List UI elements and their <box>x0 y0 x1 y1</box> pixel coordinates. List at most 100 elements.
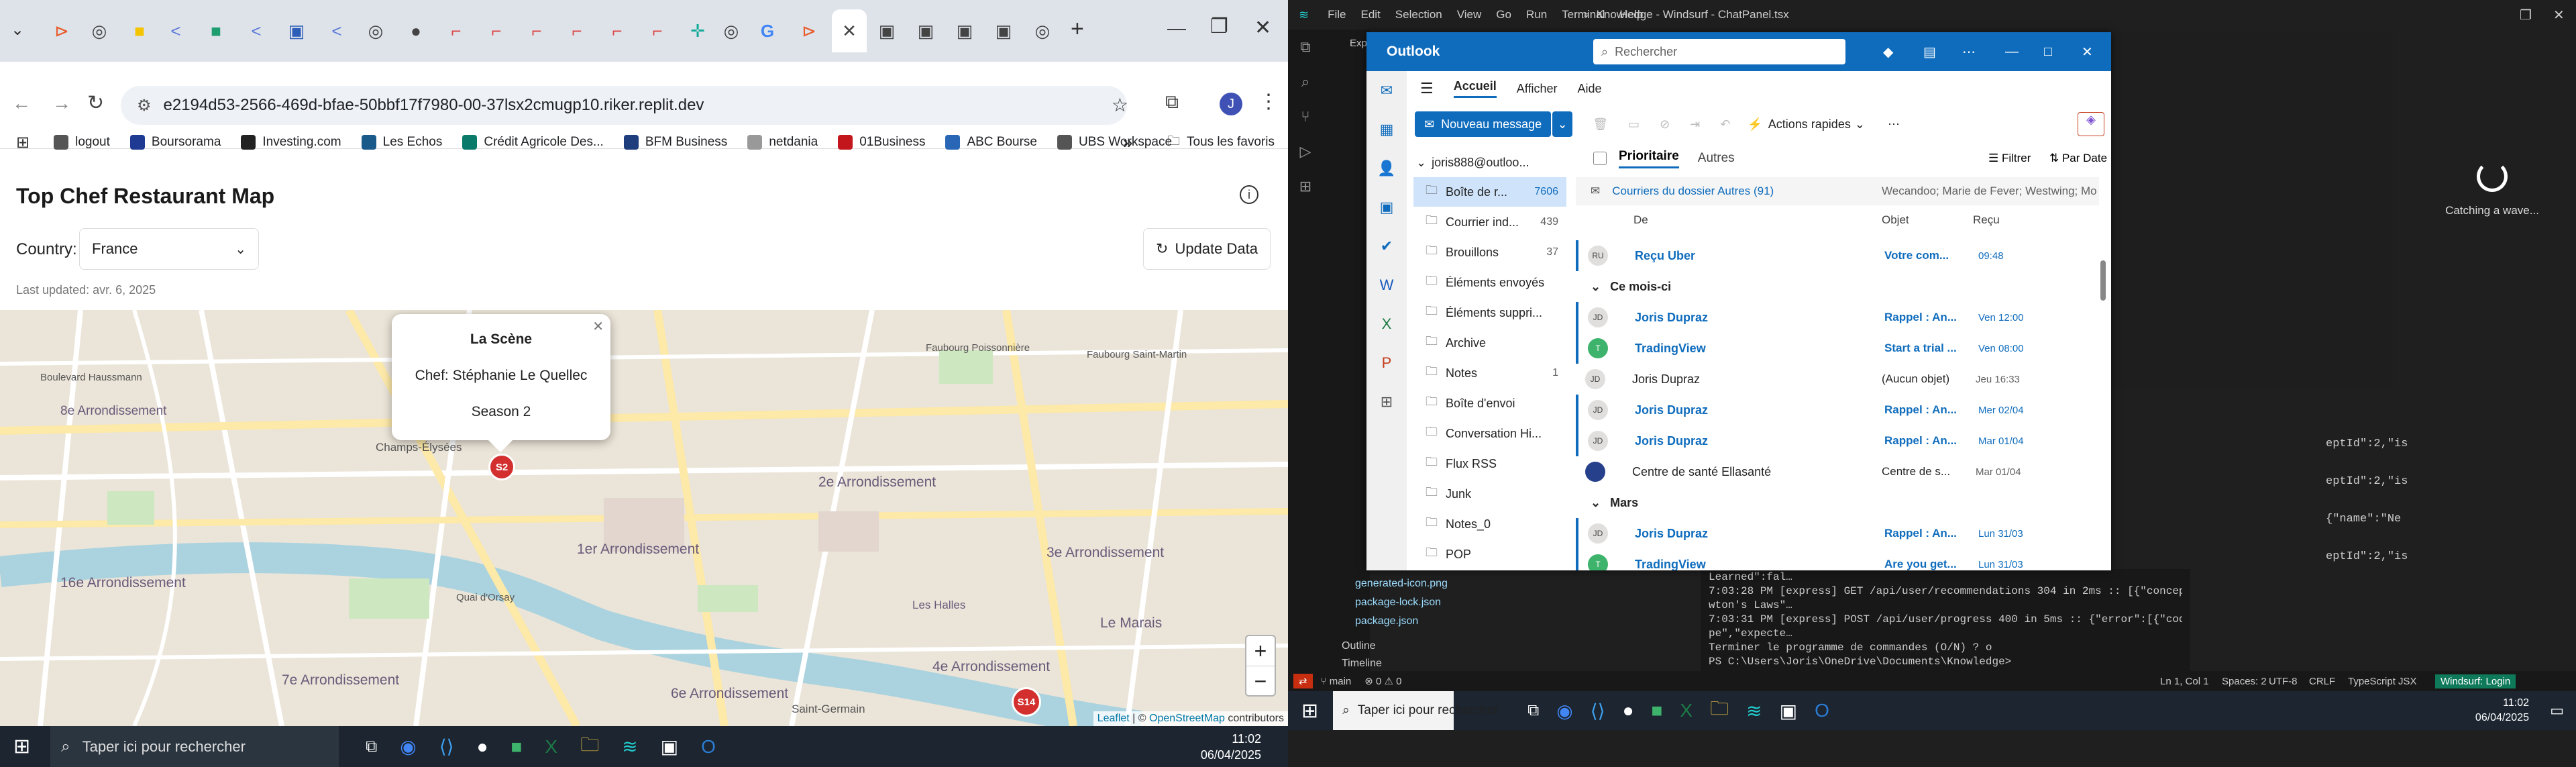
excel-icon[interactable]: X <box>1680 700 1693 721</box>
extensions-icon[interactable]: ⊞ <box>1288 169 1323 204</box>
bookmark-item[interactable]: logout <box>54 135 110 150</box>
windows-start-icon[interactable]: ⊞ <box>13 735 30 758</box>
menu-item[interactable]: Edit <box>1361 8 1381 21</box>
browser-tab[interactable]: ◎ <box>1025 9 1060 52</box>
message-row[interactable]: JD Joris Dupraz (Aucun objet) Jeu 16:33 <box>1576 364 2099 395</box>
map[interactable]: Boulevard Haussmann Faubourg Poissonnièr… <box>0 310 1288 726</box>
taskbar-clock[interactable]: 11:02 06/04/2025 <box>2475 696 2529 725</box>
popup-close-icon[interactable]: ✕ <box>592 318 604 335</box>
browser-tab[interactable]: ◎ <box>82 9 117 52</box>
language-mode[interactable]: TypeScript JSX <box>2348 676 2417 687</box>
leaflet-link[interactable]: Leaflet <box>1097 713 1130 724</box>
browser-tab[interactable]: ▣ <box>279 9 314 52</box>
bookmark-item[interactable]: BFM Business <box>623 135 727 150</box>
chrome-icon[interactable]: ◉ <box>400 735 416 758</box>
outline-section[interactable]: Outline <box>1342 637 1382 655</box>
branch-indicator[interactable]: ⑂ main <box>1321 676 1352 687</box>
all-favorites-folder[interactable]: 🗀 Tous les favoris <box>1167 132 1275 153</box>
restore-icon[interactable]: ❐ <box>2520 7 2532 23</box>
back-icon[interactable]: ← <box>12 93 31 114</box>
message-row[interactable]: RU Reçu Uber Votre com... 09:48 <box>1576 240 2099 271</box>
notifications-icon[interactable]: ▭ <box>2550 702 2564 719</box>
browser-tab[interactable]: ⊳ <box>44 9 79 52</box>
file-explorer-icon[interactable]: 🗀 <box>1710 695 1729 727</box>
browser-tab[interactable]: ⌐ <box>600 9 635 52</box>
osm-link[interactable]: OpenStreetMap <box>1149 713 1225 724</box>
search-icon[interactable]: ⌕ <box>1288 64 1323 99</box>
excel-icon[interactable]: X <box>545 736 557 758</box>
remote-icon[interactable]: ⇄ <box>1293 674 1313 688</box>
browser-tab[interactable]: G <box>750 9 785 52</box>
browser-tab[interactable]: < <box>319 9 354 52</box>
menu-item[interactable]: Selection <box>1395 8 1442 21</box>
vscode-icon[interactable]: ⟨⟩ <box>1591 700 1605 722</box>
bookmark-item[interactable]: Investing.com <box>241 135 341 150</box>
site-info-icon[interactable]: ⚙ <box>137 96 152 115</box>
message-row[interactable]: JD Joris Dupraz Rappel : An... Mar 01/04 <box>1576 425 2099 456</box>
problems-indicator[interactable]: ⊗ 0 ⚠ 0 <box>1364 675 1401 687</box>
bookmark-item[interactable]: ABC Bourse <box>945 135 1037 150</box>
menu-item[interactable]: View <box>1457 8 1482 21</box>
bookmark-item[interactable]: Boursorama <box>129 135 221 150</box>
more-bookmarks-icon[interactable]: » <box>1123 132 1132 153</box>
taskbar-search[interactable]: ⌕ Taper ici pour rechercher <box>50 726 339 767</box>
bookmark-item[interactable]: netdania <box>747 135 818 150</box>
message-row[interactable]: T TradingView Start a trial ... Ven 08:00 <box>1576 333 2099 364</box>
file-item[interactable]: generated-icon.png <box>1355 574 1664 593</box>
address-bar[interactable]: ⚙ e2194d53-2566-469d-bfae-50bbf17f7980-0… <box>121 86 1128 125</box>
menu-item[interactable]: File <box>1328 8 1346 21</box>
close-window-icon[interactable]: ✕ <box>2553 7 2565 23</box>
browser-tab[interactable]: < <box>158 9 193 52</box>
browser-tab[interactable]: ■ <box>122 9 157 52</box>
windows-start-icon[interactable]: ⊞ <box>1301 699 1318 723</box>
browser-tab[interactable]: ⌐ <box>640 9 675 52</box>
restore-icon[interactable]: ❐ <box>1210 15 1228 38</box>
browser-tab[interactable]: ▣ <box>986 9 1021 52</box>
terminal[interactable]: Learned":fal… 7:03:28 PM [express] GET /a… <box>1701 569 2190 676</box>
file-item[interactable]: package.json <box>1355 612 1664 631</box>
browser-tab[interactable]: ▣ <box>908 9 943 52</box>
windsurf-icon[interactable]: ≋ <box>622 735 637 758</box>
bookmark-item[interactable]: Crédit Agricole Des... <box>462 135 604 150</box>
run-debug-icon[interactable]: ▷ <box>1288 134 1323 169</box>
outlook-icon[interactable]: O <box>701 736 716 758</box>
profile-avatar[interactable]: J <box>1220 93 1242 115</box>
message-row[interactable]: T TradingView Are you get... Lun 31/03 <box>1576 549 2099 570</box>
extensions-icon[interactable]: ⧉ <box>1165 91 1179 113</box>
bookmark-star-icon[interactable]: ☆ <box>1112 94 1128 116</box>
new-tab-icon[interactable]: + <box>1071 16 1084 42</box>
zoom-out-button[interactable]: − <box>1246 666 1275 697</box>
browser-tab[interactable]: ▣ <box>947 9 982 52</box>
encoding[interactable]: UTF-8 <box>2269 676 2298 687</box>
task-view-icon[interactable]: ⧉ <box>1527 701 1539 720</box>
app-icon[interactable]: ■ <box>1652 700 1663 721</box>
zoom-in-button[interactable]: + <box>1246 636 1275 666</box>
windsurf-icon[interactable]: ≋ <box>1746 700 1762 722</box>
update-data-button[interactable]: ↻ Update Data <box>1143 228 1271 270</box>
menu-item[interactable]: Go <box>1496 8 1511 21</box>
scrollbar[interactable] <box>2100 260 2106 301</box>
app-icon[interactable]: ▣ <box>661 735 678 758</box>
close-window-icon[interactable]: ✕ <box>1254 16 1271 40</box>
browser-tab[interactable]: ✛ <box>680 9 715 52</box>
chrome-icon[interactable]: ◉ <box>1556 700 1572 722</box>
file-explorer-icon[interactable]: 🗀 <box>580 731 599 763</box>
browser-tab[interactable]: < <box>239 9 274 52</box>
windsurf-login[interactable]: Windsurf: Login <box>2435 674 2516 688</box>
explorer-icon[interactable]: ⧉ <box>1288 30 1323 64</box>
source-control-icon[interactable]: ⑂ <box>1288 99 1323 134</box>
browser-tab[interactable]: ⌐ <box>559 9 594 52</box>
message-group-header[interactable]: ⌄ Ce mois-ci <box>1576 271 2099 302</box>
browser-tab[interactable]: ■ <box>199 9 233 52</box>
timeline-section[interactable]: Timeline <box>1342 655 1382 672</box>
browser-menu-icon[interactable]: ⋮ <box>1258 90 1279 113</box>
restaurant-marker[interactable]: S2 <box>488 454 515 480</box>
message-row[interactable]: JD Joris Dupraz Rappel : An... Ven 12:00 <box>1576 302 2099 333</box>
info-icon[interactable]: i <box>1240 185 1258 204</box>
browser-tab-active[interactable]: ✕ <box>832 9 867 52</box>
message-row[interactable]: Centre de santé Ellasanté Centre de s... M… <box>1576 456 2099 487</box>
bookmark-item[interactable]: 01Business <box>838 135 925 150</box>
bookmark-item[interactable]: UBS Workspace <box>1057 135 1172 150</box>
message-group-header[interactable]: ⌄ Mars <box>1576 487 2099 518</box>
country-select[interactable]: France ⌄ <box>79 228 259 270</box>
